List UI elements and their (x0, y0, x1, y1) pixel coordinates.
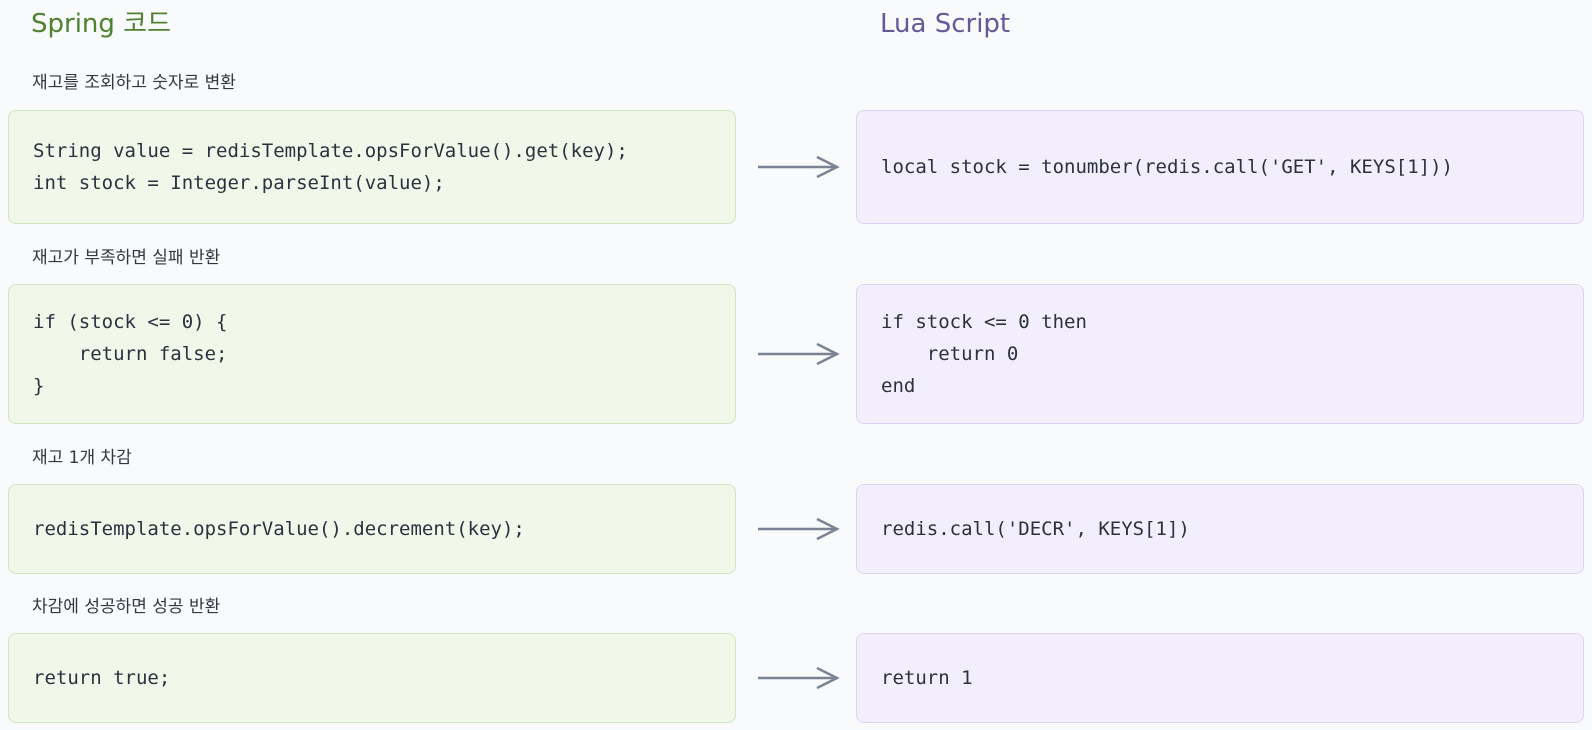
lua-code-block-success: return 1 (856, 633, 1584, 723)
spring-code-success: return true; (33, 667, 171, 689)
arrow-right-icon (758, 342, 840, 366)
section-label-decrement: 재고 1개 차감 (32, 448, 132, 468)
lua-code-success: return 1 (881, 667, 973, 689)
section-label-success: 차감에 성공하면 성공 반환 (32, 597, 221, 617)
lua-code-check: if stock <= 0 then return 0 end (881, 311, 1087, 397)
spring-code-block-success: return true; (8, 633, 736, 723)
spring-code-fetch: String value = redisTemplate.opsForValue… (33, 140, 628, 194)
section-label-check: 재고가 부족하면 실패 반환 (32, 248, 221, 268)
spring-code-decrement: redisTemplate.opsForValue().decrement(ke… (33, 518, 525, 540)
spring-code-block-decrement: redisTemplate.opsForValue().decrement(ke… (8, 484, 736, 574)
spring-column-title: Spring 코드 (31, 9, 172, 39)
spring-code-block-check: if (stock <= 0) { return false; } (8, 284, 736, 424)
lua-code-decrement: redis.call('DECR', KEYS[1]) (881, 518, 1190, 540)
arrow-right-icon (758, 666, 840, 690)
lua-code-block-check: if stock <= 0 then return 0 end (856, 284, 1584, 424)
lua-code-fetch: local stock = tonumber(redis.call('GET',… (881, 156, 1453, 178)
spring-code-block-fetch: String value = redisTemplate.opsForValue… (8, 110, 736, 224)
arrow-right-icon (758, 517, 840, 541)
section-label-fetch: 재고를 조회하고 숫자로 변환 (32, 73, 236, 93)
lua-column-title: Lua Script (880, 9, 1011, 39)
lua-code-block-decrement: redis.call('DECR', KEYS[1]) (856, 484, 1584, 574)
spring-code-check: if (stock <= 0) { return false; } (33, 311, 228, 397)
arrow-right-icon (758, 155, 840, 179)
lua-code-block-fetch: local stock = tonumber(redis.call('GET',… (856, 110, 1584, 224)
